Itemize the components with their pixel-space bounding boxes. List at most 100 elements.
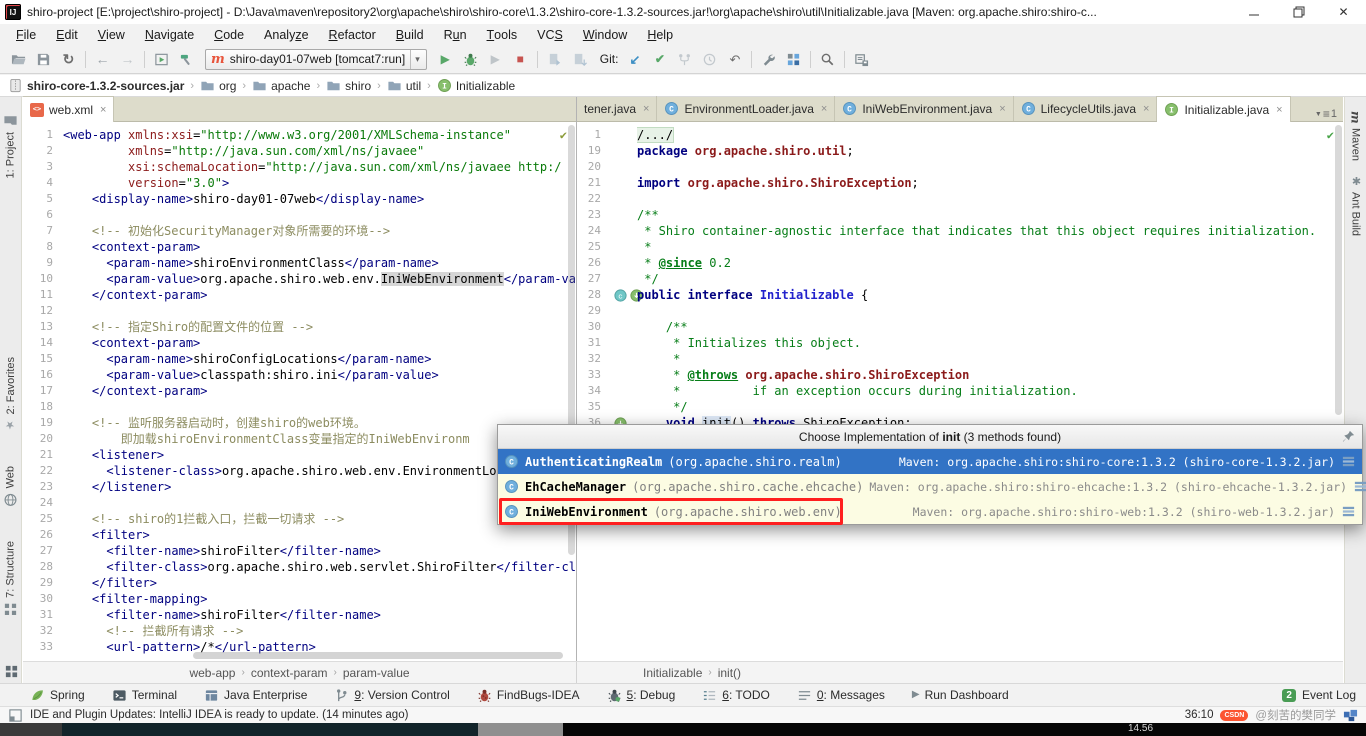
- sidebar-item-ant-build[interactable]: ✱ Ant Build: [1350, 175, 1363, 236]
- grid-icon[interactable]: [4, 664, 19, 679]
- minimize-icon[interactable]: [1231, 0, 1276, 24]
- pin-icon[interactable]: [1341, 429, 1356, 444]
- menu-navigate[interactable]: Navigate: [135, 24, 204, 45]
- toolwindow-button-todo[interactable]: 6: TODO: [702, 688, 770, 703]
- search-icon[interactable]: [815, 48, 840, 71]
- menu-run[interactable]: Run: [434, 24, 477, 45]
- breadcrumb-item-initializable[interactable]: Initializable: [643, 666, 702, 680]
- run-dashboard-icon: ▶: [911, 689, 920, 700]
- toolwindow-button-messages[interactable]: 0: Messages: [797, 688, 885, 703]
- build-hammer-icon[interactable]: [174, 48, 199, 71]
- menu-vcs[interactable]: VC S: [527, 24, 573, 45]
- sidebar-item-7-structure[interactable]: 7: Structure: [3, 541, 18, 617]
- menu-help[interactable]: Help: [637, 24, 683, 45]
- menu-edit[interactable]: Edit: [46, 24, 88, 45]
- impl-c-icon[interactable]: c: [613, 288, 628, 303]
- toolwindow-button-version-control[interactable]: 9: Version Control: [334, 688, 450, 703]
- sync-icon[interactable]: ↻: [56, 48, 81, 71]
- menu-analyze[interactable]: Analy z e: [254, 24, 318, 45]
- sidebar-item-maven[interactable]: m Maven: [1349, 111, 1363, 161]
- menu-file[interactable]: File: [6, 24, 46, 45]
- breadcrumb-item-web-app[interactable]: web-app: [189, 666, 235, 680]
- settings-wrench-icon[interactable]: [756, 48, 781, 71]
- tab-lifecycleutils-java[interactable]: C LifecycleUtils.java ×: [1014, 96, 1158, 121]
- toolwindow-button-debug[interactable]: 5: Debug: [607, 688, 676, 703]
- restore-icon[interactable]: [1276, 0, 1321, 24]
- toolwindow-button-event-log[interactable]: 2 Event Log: [1282, 688, 1356, 702]
- menu-build[interactable]: Build: [386, 24, 434, 45]
- popup-title[interactable]: Choose Implementation of init (3 methods…: [498, 425, 1362, 449]
- close-icon[interactable]: ×: [643, 103, 649, 115]
- menu-tools[interactable]: Tools: [477, 24, 528, 45]
- toolwindow-label: 5: Debug: [626, 688, 676, 702]
- update-app-icon[interactable]: [542, 48, 567, 71]
- breadcrumb-item-org[interactable]: org: [200, 78, 236, 93]
- stop-icon[interactable]: ■: [508, 48, 533, 71]
- close-icon[interactable]: ×: [1143, 103, 1149, 115]
- menu-bar: File Edit View Navigate Code Analy z e Refactor B…: [0, 24, 1366, 45]
- update-project-icon[interactable]: ↙: [622, 48, 647, 71]
- close-icon[interactable]: ×: [100, 104, 106, 116]
- sidebar-item-1-project[interactable]: 1: Project: [3, 113, 18, 178]
- vertical-scrollbar[interactable]: [1335, 125, 1342, 415]
- save-all-icon[interactable]: [31, 48, 56, 71]
- tab-environmentloader-java[interactable]: C EnvironmentLoader.java ×: [657, 96, 836, 121]
- breadcrumb-item-init-[interactable]: init(): [718, 666, 741, 680]
- hidden-tabs-dropdown[interactable]: ▼ ≡ 1: [1309, 107, 1343, 121]
- tab-iniwebenvironment-java[interactable]: C IniWebEnvironment.java ×: [835, 96, 1014, 121]
- tab-web-xml[interactable]: <> web.xml ×: [23, 96, 115, 122]
- close-icon[interactable]: ×: [999, 103, 1005, 115]
- menu-view[interactable]: View: [88, 24, 135, 45]
- toolwindow-button-terminal[interactable]: Terminal: [112, 688, 177, 703]
- breadcrumb-item-shiro[interactable]: shiro: [326, 78, 371, 93]
- tab-tener-java[interactable]: tener.java ×: [577, 96, 658, 121]
- run-icon[interactable]: ▶: [433, 48, 458, 71]
- implementation-row-authenticatingrealm[interactable]: C AuthenticatingRealm (org.apache.shiro.re…: [498, 449, 1362, 474]
- horizontal-scrollbar[interactable]: [193, 652, 563, 659]
- sidebar-item-web[interactable]: Web: [3, 466, 18, 507]
- sidebar-item-2-favorites[interactable]: ★ 2: Favorites: [4, 357, 17, 431]
- breadcrumb-item-util[interactable]: util: [387, 78, 421, 93]
- close-icon[interactable]: ×: [821, 103, 827, 115]
- toolwindow-toggle-icon[interactable]: [8, 708, 23, 723]
- run-configuration-select[interactable]: m shiro-day01-07web [tomcat7:run] ▾: [205, 48, 427, 70]
- rollback-icon[interactable]: ↶: [722, 48, 747, 71]
- debug-icon[interactable]: [458, 48, 483, 71]
- merge-icon[interactable]: [672, 48, 697, 71]
- menu-code[interactable]: Code: [204, 24, 254, 45]
- toolwindow-button-spring[interactable]: Spring: [30, 688, 85, 703]
- coverage-icon[interactable]: ▶: [483, 48, 508, 71]
- breadcrumb-item-shiro-core-1-3-2-sources-jar[interactable]: shiro-core-1.3.2-sources.jar: [8, 78, 184, 93]
- breadcrumb-item-apache[interactable]: apache: [252, 78, 310, 93]
- implementation-row-iniwebenvironment[interactable]: C IniWebEnvironment (org.apache.shiro.web.…: [498, 499, 1362, 524]
- menu-window[interactable]: Window: [573, 24, 637, 45]
- toolwindow-button-java-enterprise[interactable]: Java Enterprise: [204, 688, 307, 703]
- tab-initializable-java[interactable]: I Initializable.java ×: [1157, 96, 1291, 122]
- inspection-status-icon[interactable]: ✔: [560, 127, 567, 143]
- intellij-logo-icon: IJ: [5, 4, 21, 20]
- close-icon[interactable]: ✕: [1321, 0, 1366, 24]
- run-window-icon[interactable]: [149, 48, 174, 71]
- menu-refactor[interactable]: Refactor: [319, 24, 386, 45]
- line-number: 22: [587, 192, 601, 205]
- project-structure-icon[interactable]: [781, 48, 806, 71]
- breadcrumb-item-context-param[interactable]: context-param: [251, 666, 328, 680]
- sync-settings-icon[interactable]: [849, 48, 874, 71]
- close-icon[interactable]: ×: [1276, 104, 1282, 116]
- back-icon[interactable]: ←: [90, 48, 115, 71]
- toolwindow-button-findbugs-idea[interactable]: FindBugs-IDEA: [477, 688, 580, 703]
- inspection-status-icon[interactable]: ✔: [1327, 127, 1334, 143]
- breadcrumb-item-initializable[interactable]: I Initializable: [437, 78, 515, 93]
- xml-editor[interactable]: 1 <web-app xmlns:xsi="http://www.w3.org/2…: [23, 122, 576, 661]
- open-icon[interactable]: [6, 48, 31, 71]
- history-icon[interactable]: [697, 48, 722, 71]
- update-resources-icon[interactable]: [567, 48, 592, 71]
- breadcrumb-item-param-value[interactable]: param-value: [343, 666, 410, 680]
- status-message[interactable]: IDE and Plugin Updates: IntelliJ IDEA is…: [30, 709, 408, 721]
- java-editor[interactable]: 1 /.../ 19 package org.apache.shiro.util; 20…: [577, 122, 1343, 661]
- commit-icon[interactable]: ✔: [647, 48, 672, 71]
- forward-icon[interactable]: →: [115, 48, 140, 71]
- implementation-row-ehcachemanager[interactable]: C EhCacheManager (org.apache.shiro.cache.e…: [498, 474, 1366, 499]
- todo-icon: [702, 688, 717, 703]
- toolwindow-button-run-dashboard[interactable]: ▶ Run Dashboard: [912, 688, 1009, 702]
